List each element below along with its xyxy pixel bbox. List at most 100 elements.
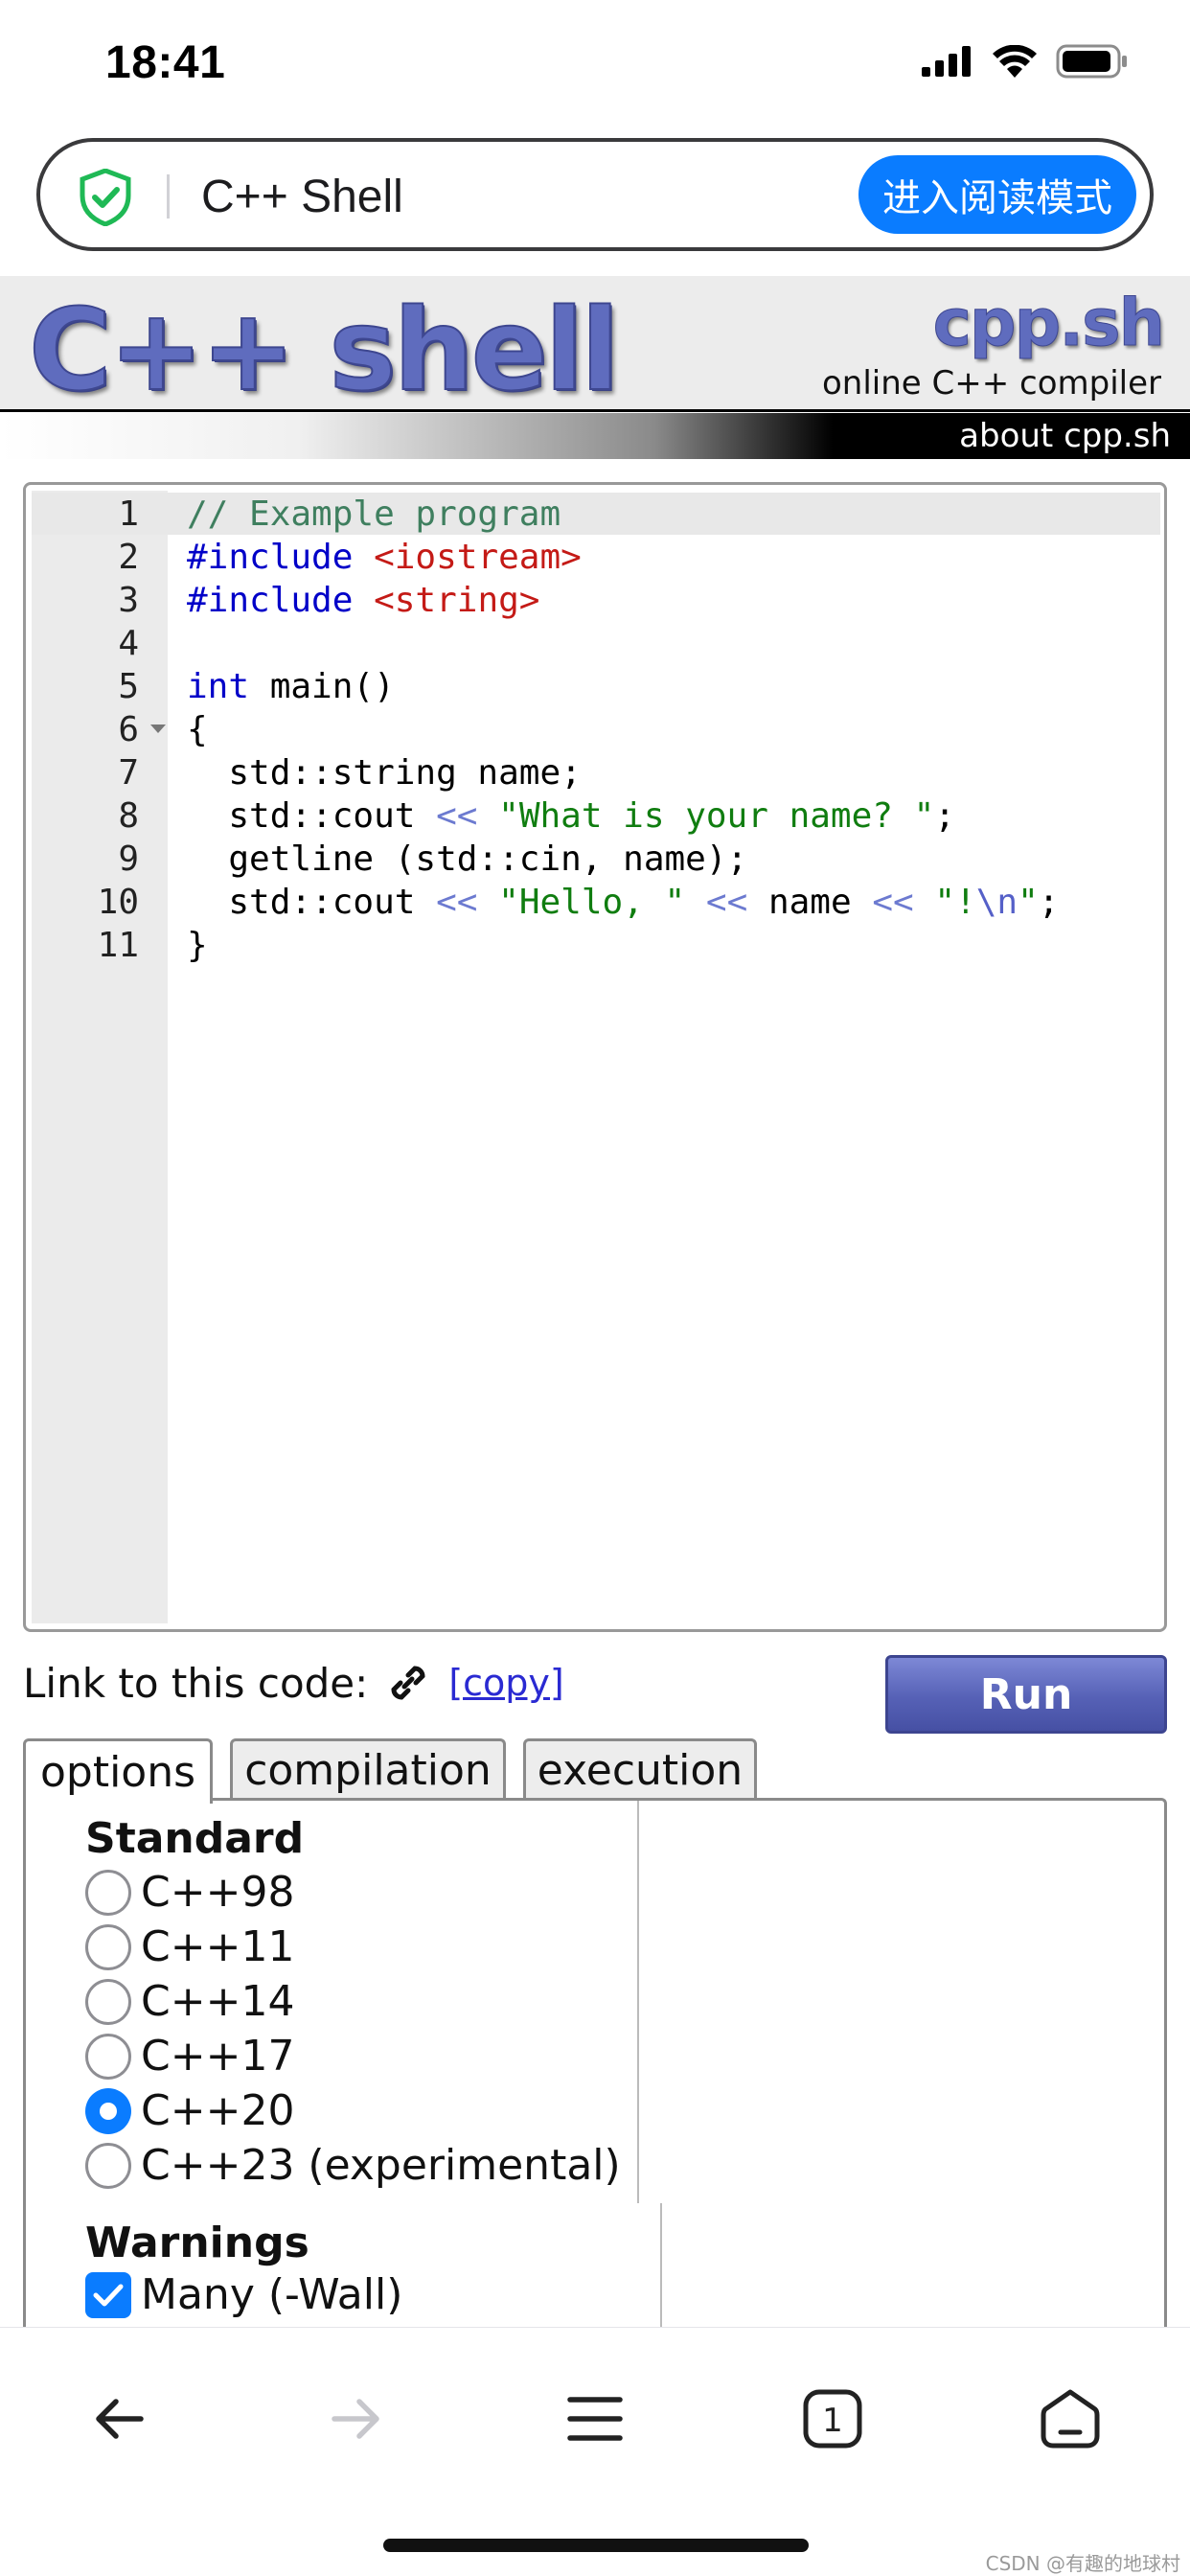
menu-button[interactable] [542,2366,648,2472]
tabs-icon: 1 [803,2389,862,2449]
code-token: <iostream> [374,538,582,577]
code-line[interactable]: 5 int main() [32,665,1160,708]
standard-option[interactable]: C++23 (experimental) [85,2141,621,2190]
code-token: // Example program [187,494,561,534]
page-title[interactable]: C++ Shell [201,171,403,223]
address-bar[interactable]: C++ Shell 进入阅读模式 [36,138,1154,251]
line-number: 7 [118,753,139,793]
standard-label: C++11 [141,1922,295,1971]
run-button[interactable]: Run [885,1655,1167,1734]
code-lines[interactable]: 1 // Example program 2 #include <iostream> 3… [32,493,1160,967]
line-number: 10 [97,883,139,922]
code-line[interactable]: 1 // Example program [32,493,1160,536]
home-button[interactable] [1018,2366,1123,2472]
code-token: name [747,883,873,922]
radio-unselected[interactable] [85,2033,131,2080]
link-label: Link to this code: [23,1659,369,1707]
code-token: ; [1038,883,1060,922]
standard-label: C++17 [141,2032,295,2081]
standard-option[interactable]: C++14 [85,1977,294,2026]
code-text: getline (std::cin, name); [187,838,747,881]
tab-compilation[interactable]: compilation [230,1738,506,1800]
line-number: 9 [118,840,139,879]
code-token: " [1018,883,1039,922]
code-editor[interactable]: 1 // Example program 2 #include <iostream> 3… [23,482,1167,1632]
code-line[interactable]: 4 [32,622,1160,665]
reader-mode-button[interactable]: 进入阅读模式 [858,155,1136,234]
code-token: getline (std::cin, name); [187,840,748,879]
tab-options[interactable]: options [23,1738,213,1804]
radio-unselected[interactable] [85,1923,131,1970]
address-separator [167,174,170,218]
fold-arrow-icon[interactable] [150,724,166,733]
radio-unselected[interactable] [85,1978,131,2025]
site-name: cpp.sh [932,286,1165,362]
code-line[interactable]: 2 #include <iostream> [32,536,1160,579]
code-token: main() [249,667,395,706]
code-line[interactable]: 3 #include <string> [32,579,1160,622]
code-token: \n [975,883,1018,922]
about-link[interactable]: about cpp.sh [959,417,1171,455]
code-line[interactable]: 6{ [32,708,1160,751]
line-number: 6 [118,710,139,749]
code-text: std::cout << "Hello, " << name << "!\n"; [187,881,1059,924]
line-number: 8 [118,796,139,836]
site-header: C++ shell cpp.sh online C++ compiler [0,276,1190,417]
checkmark-icon [93,2284,124,2306]
code-text: #include <string> [187,579,539,622]
code-token: ; [934,796,955,836]
tabs-button[interactable]: 1 [780,2366,885,2472]
copy-link[interactable]: [copy] [448,1662,563,1704]
code-token: std::string name; [187,753,582,793]
site-logo[interactable]: C++ shell [28,283,621,417]
back-button[interactable] [67,2366,172,2472]
code-token: << [705,883,748,922]
options-panel: Standard C++98 C++11 C++14 C++17 C++20 C++23 … [23,1798,1167,2357]
code-token: { [187,710,208,749]
svg-text:1: 1 [822,2402,843,2440]
warning-option-wall[interactable]: Many (-Wall) [85,2270,402,2319]
status-icons [922,44,1129,79]
shield-check-icon [80,169,131,226]
menu-icon [567,2397,623,2441]
standard-label: C++14 [141,1977,295,2026]
radio-selected[interactable] [85,2087,131,2134]
link-icon[interactable] [381,1656,435,1710]
line-number: 4 [118,624,139,663]
code-line[interactable]: 9 getline (std::cin, name); [32,838,1160,881]
checkbox-checked[interactable] [85,2271,131,2318]
line-number: 3 [118,581,139,620]
code-token: "! [934,883,976,922]
radio-unselected[interactable] [85,2142,131,2189]
code-line[interactable]: 7 std::string name; [32,751,1160,794]
standard-option[interactable]: C++20 [85,2086,294,2135]
site-tagline: online C++ compiler [821,364,1161,402]
code-text: { [187,708,208,751]
link-row: Link to this code: [copy] [23,1656,564,1710]
forward-arrow-icon [332,2399,379,2439]
tab-execution[interactable]: execution [523,1738,757,1800]
code-line[interactable]: 8 std::cout << "What is your name? "; [32,794,1160,838]
back-arrow-icon [96,2399,144,2439]
standard-option[interactable]: C++17 [85,2032,294,2081]
home-icon [1041,2389,1100,2449]
warning-label: Many (-Wall) [141,2270,403,2319]
line-number: 1 [118,494,139,534]
browser-toolbar: 1 CSDN @有趣的地球村 [0,2327,1190,2576]
forward-button[interactable] [303,2366,408,2472]
code-text: int main() [187,665,395,708]
standard-option[interactable]: C++98 [85,1868,294,1917]
code-line[interactable]: 11} [32,924,1160,967]
code-line[interactable]: 10 std::cout << "Hello, " << name << "!\… [32,881,1160,924]
code-token: int [187,667,250,706]
wifi-icon [993,45,1037,78]
warnings-heading: Warnings [85,2219,309,2267]
standard-heading: Standard [85,1814,305,1863]
standard-option[interactable]: C++11 [85,1922,294,1971]
line-number: 2 [118,538,139,577]
radio-unselected[interactable] [85,1869,131,1916]
